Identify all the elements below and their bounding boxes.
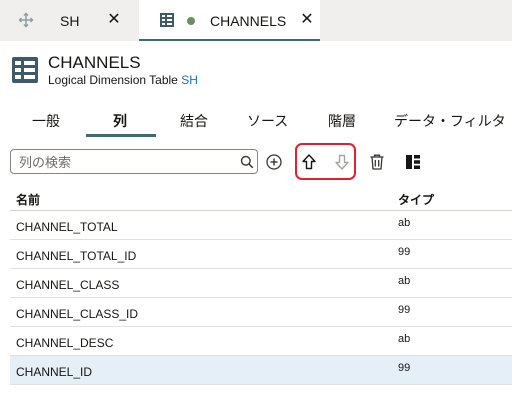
search-input[interactable] xyxy=(19,153,229,171)
editor-tab-strip: SH ✕ CHANNELS ✕ xyxy=(0,0,512,41)
tab-channels-label: CHANNELS xyxy=(210,13,287,29)
cell-type: ab xyxy=(398,333,411,345)
cell-name: CHANNEL_CLASS_ID xyxy=(16,307,139,321)
page-title: CHANNELS xyxy=(48,53,141,72)
tab-channels[interactable]: CHANNELS ✕ xyxy=(139,0,320,41)
table-row[interactable]: CHANNEL_TOTAL ab xyxy=(10,211,512,240)
schema-link[interactable]: SH xyxy=(181,73,198,87)
delete-icon[interactable] xyxy=(368,153,386,171)
tab-columns[interactable]: 列 xyxy=(113,111,127,131)
drag-move-icon xyxy=(18,12,34,28)
cell-name: CHANNEL_TOTAL_ID xyxy=(16,249,137,263)
add-icon[interactable] xyxy=(265,153,283,171)
subtitle-text: Logical Dimension Table xyxy=(48,73,178,87)
tab-channels-close-icon[interactable]: ✕ xyxy=(300,12,314,28)
tab-sh[interactable]: SH ✕ xyxy=(0,0,137,41)
column-header-type[interactable]: タイプ xyxy=(398,191,434,208)
cell-name: CHANNEL_ID xyxy=(16,365,93,379)
logical-table-icon xyxy=(12,57,38,83)
table-row-selected[interactable]: CHANNEL_ID 99 xyxy=(10,356,512,385)
table-row[interactable]: CHANNEL_CLASS ab xyxy=(10,269,512,298)
cell-type: 99 xyxy=(398,246,411,258)
tab-joins[interactable]: 結合 xyxy=(180,111,208,131)
cell-name: CHANNEL_DESC xyxy=(16,336,114,350)
tab-general[interactable]: 一般 xyxy=(32,111,60,131)
cell-name: CHANNEL_TOTAL xyxy=(16,220,118,234)
table-row[interactable]: CHANNEL_CLASS_ID 99 xyxy=(10,298,512,327)
unsaved-indicator xyxy=(187,17,195,25)
table-icon xyxy=(160,13,174,27)
column-header-name[interactable]: 名前 xyxy=(16,191,40,208)
cell-type: 99 xyxy=(398,362,411,374)
cell-type: ab xyxy=(398,275,411,287)
table-row[interactable]: CHANNEL_DESC ab xyxy=(10,327,512,356)
tab-sources[interactable]: ソース xyxy=(247,111,288,131)
tab-sh-close-icon[interactable]: ✕ xyxy=(107,12,121,28)
page-subtitle: Logical Dimension Table SH xyxy=(48,73,198,87)
search-icon[interactable] xyxy=(240,155,254,169)
tab-sh-label: SH xyxy=(60,13,80,29)
tab-hierarchy[interactable]: 階層 xyxy=(328,111,356,131)
tab-data-filter[interactable]: データ・フィルタ xyxy=(394,111,506,131)
column-search xyxy=(10,149,258,174)
move-down-icon[interactable] xyxy=(333,153,351,171)
active-tab-indicator xyxy=(86,134,156,137)
move-up-icon[interactable] xyxy=(300,153,318,171)
cell-type: 99 xyxy=(398,304,411,316)
table-header xyxy=(10,182,512,211)
cell-type: ab xyxy=(398,217,411,229)
cell-name: CHANNEL_CLASS xyxy=(16,278,120,292)
table-row[interactable]: CHANNEL_TOTAL_ID 99 xyxy=(10,240,512,269)
column-layout-icon[interactable] xyxy=(404,153,422,171)
